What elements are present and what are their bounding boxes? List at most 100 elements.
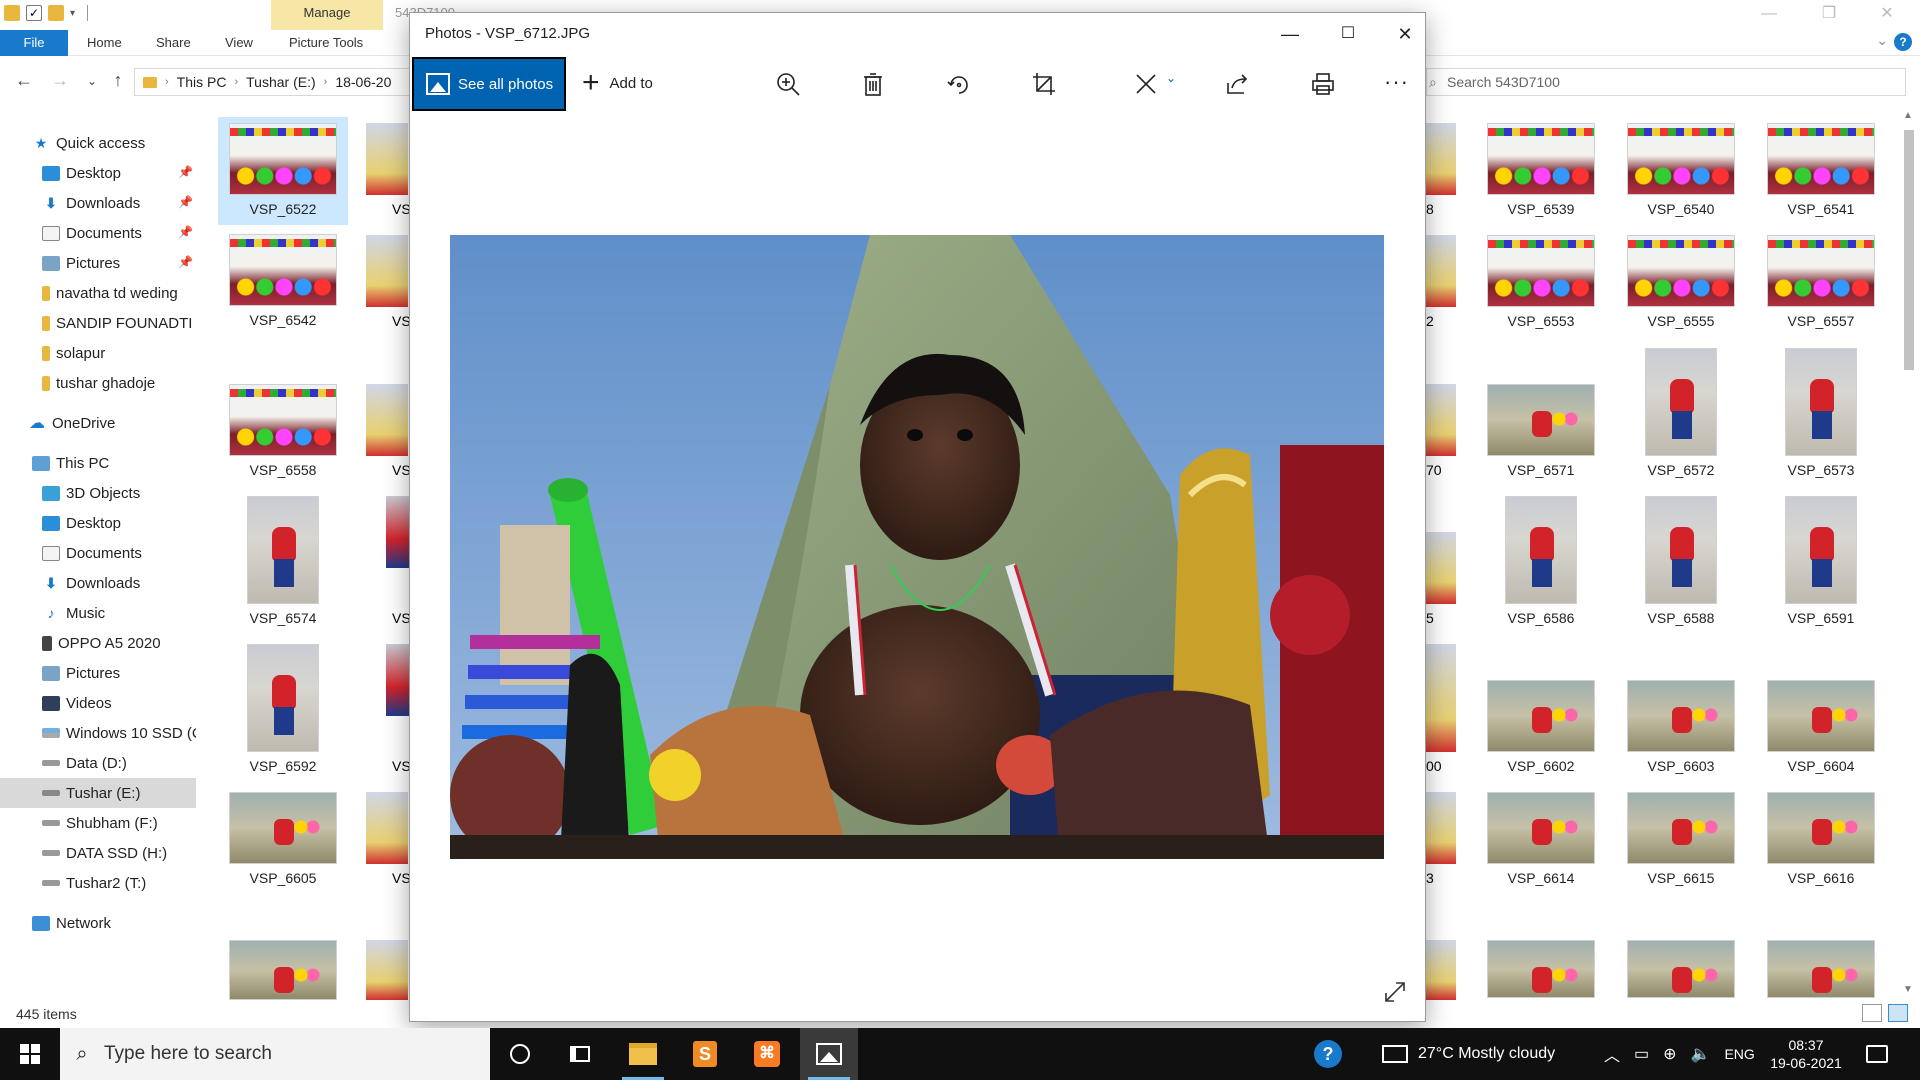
- file-thumbnail[interactable]: VSP_6586: [1476, 496, 1606, 626]
- file-thumbnail[interactable]: [1476, 940, 1606, 998]
- file-thumbnail[interactable]: VS: [366, 123, 409, 217]
- cortana-icon[interactable]: [491, 1028, 549, 1080]
- chevron-down-icon[interactable]: ⌄: [1166, 71, 1176, 85]
- nav-qa-folder[interactable]: SANDIP FOUNADTI: [0, 308, 196, 338]
- share-icon[interactable]: [1219, 65, 1255, 103]
- up-icon[interactable]: ↑: [106, 70, 130, 91]
- tab-home[interactable]: Home: [87, 30, 122, 56]
- file-thumbnail[interactable]: VSP_6555: [1616, 235, 1746, 329]
- start-button[interactable]: [0, 1028, 60, 1080]
- file-thumbnail[interactable]: VSP_6557: [1756, 235, 1886, 329]
- close-icon[interactable]: ✕: [1864, 0, 1910, 30]
- vertical-scrollbar[interactable]: ▲ ▼: [1900, 110, 1918, 998]
- file-thumbnail[interactable]: VSP_6591: [1756, 496, 1886, 626]
- nav-pc-music[interactable]: ♪ Music: [0, 598, 196, 628]
- nav-pc-documents[interactable]: Documents: [0, 538, 196, 568]
- nav-pc-desktop[interactable]: Desktop: [0, 508, 196, 538]
- delete-icon[interactable]: [855, 65, 891, 103]
- new-folder-icon[interactable]: [48, 5, 64, 21]
- file-explorer-app-icon[interactable]: [614, 1028, 672, 1080]
- file-thumbnail[interactable]: 00: [1426, 644, 1456, 774]
- file-thumbnail[interactable]: VSP_6540: [1616, 123, 1746, 217]
- more-icon[interactable]: ···: [1384, 69, 1409, 95]
- battery-icon[interactable]: ▭: [1634, 1044, 1649, 1064]
- nav-pc-downloads[interactable]: ⬇ Downloads: [0, 568, 196, 598]
- file-thumbnail[interactable]: 3: [1426, 792, 1456, 886]
- file-thumbnail[interactable]: VSP_6541: [1756, 123, 1886, 217]
- nav-pc-drive-t[interactable]: Tushar2 (T:): [0, 868, 196, 898]
- file-thumbnail[interactable]: VS: [366, 792, 409, 886]
- weather-widget[interactable]: 27°C Mostly cloudy: [1382, 1028, 1555, 1080]
- scroll-up-icon[interactable]: ▲: [1903, 110, 1913, 121]
- customize-qat-icon[interactable]: ▾: [70, 8, 75, 19]
- file-thumbnail[interactable]: VSP_6542: [218, 234, 348, 328]
- file-thumbnail[interactable]: 2: [1426, 235, 1456, 329]
- file-thumbnail[interactable]: VSP_6553: [1476, 235, 1606, 329]
- properties-icon[interactable]: ✓: [26, 5, 42, 21]
- tab-view[interactable]: View: [225, 30, 253, 56]
- nav-pc-drive-f[interactable]: Shubham (F:): [0, 808, 196, 838]
- minimize-icon[interactable]: —: [1746, 0, 1792, 30]
- expand-icon[interactable]: [1382, 979, 1408, 1005]
- file-thumbnail[interactable]: VSP_6603: [1616, 680, 1746, 774]
- file-thumbnail[interactable]: VS: [386, 644, 409, 774]
- file-thumbnail[interactable]: VSP_6602: [1476, 680, 1606, 774]
- file-thumbnail[interactable]: VSP_6605: [218, 792, 348, 886]
- search-input[interactable]: ⌕ Search 543D7100: [1426, 68, 1906, 96]
- clock[interactable]: 08:37 19-06-2021: [1756, 1036, 1856, 1072]
- file-thumbnail[interactable]: VSP_6573: [1756, 348, 1886, 478]
- crop-icon[interactable]: [1026, 65, 1062, 103]
- volume-icon[interactable]: 🔈: [1691, 1044, 1711, 1064]
- large-icons-view-icon[interactable]: [1888, 1004, 1908, 1022]
- file-thumbnail[interactable]: VSP_6592: [218, 644, 348, 774]
- globe-icon[interactable]: ⊕: [1663, 1044, 1676, 1064]
- nav-qa-folder[interactable]: navatha td weding: [0, 278, 196, 308]
- breadcrumb-drive[interactable]: Tushar (E:): [246, 74, 316, 90]
- file-thumbnail[interactable]: VSP_6588: [1616, 496, 1746, 626]
- show-hidden-icons-icon[interactable]: ︿: [1604, 1042, 1620, 1066]
- nav-qa-pictures[interactable]: Pictures 📌: [0, 248, 196, 278]
- sublime-text-app-icon[interactable]: S: [676, 1028, 734, 1080]
- close-icon[interactable]: ✕: [1385, 19, 1425, 49]
- file-thumbnail[interactable]: VSP_6615: [1616, 792, 1746, 886]
- file-thumbnail[interactable]: VSP_6616: [1756, 792, 1886, 886]
- see-all-photos-button[interactable]: See all photos: [412, 57, 566, 111]
- file-thumbnail[interactable]: VSP_6604: [1756, 680, 1886, 774]
- file-thumbnail[interactable]: [1756, 940, 1886, 998]
- file-thumbnail[interactable]: 8: [1426, 123, 1456, 217]
- details-view-icon[interactable]: [1862, 1004, 1882, 1022]
- nav-qa-folder[interactable]: tushar ghadoje: [0, 368, 196, 398]
- tab-picture-tools[interactable]: Picture Tools: [289, 30, 363, 56]
- nav-pc-phone[interactable]: OPPO A5 2020: [0, 628, 196, 658]
- scroll-down-icon[interactable]: ▼: [1903, 984, 1913, 995]
- nav-pc-drive-h[interactable]: DATA SSD (H:): [0, 838, 196, 868]
- zoom-icon[interactable]: [770, 65, 806, 103]
- scrollbar-thumb[interactable]: [1904, 130, 1914, 370]
- file-thumbnail[interactable]: 70: [1426, 384, 1456, 478]
- tab-file[interactable]: File: [0, 30, 68, 56]
- notifications-icon[interactable]: [1866, 1028, 1888, 1080]
- ribbon-expand-icon[interactable]: ⌄: [1876, 32, 1888, 49]
- breadcrumb-this-pc[interactable]: This PC: [177, 74, 227, 90]
- nav-network[interactable]: Network: [0, 908, 196, 938]
- file-thumbnail[interactable]: [218, 940, 348, 1000]
- file-thumbnail[interactable]: VS: [386, 496, 409, 626]
- file-thumbnail[interactable]: VSP_6614: [1476, 792, 1606, 886]
- nav-pc-drive-c[interactable]: Windows 10 SSD (C: [0, 718, 196, 748]
- language-indicator[interactable]: ENG: [1724, 1046, 1754, 1062]
- file-thumbnail[interactable]: VS: [366, 235, 409, 329]
- print-icon[interactable]: [1305, 65, 1341, 103]
- file-thumbnail[interactable]: VS: [366, 384, 409, 478]
- file-thumbnail[interactable]: VSP_6558: [218, 384, 348, 478]
- tab-share[interactable]: Share: [156, 30, 191, 56]
- nav-pc-drive-e[interactable]: Tushar (E:): [0, 778, 196, 808]
- minimize-icon[interactable]: —: [1270, 19, 1310, 49]
- maximize-icon[interactable]: ☐: [1328, 19, 1368, 49]
- breadcrumb[interactable]: › This PC › Tushar (E:) › 18-06-20: [134, 68, 414, 96]
- file-thumbnail[interactable]: VSP_6571: [1476, 384, 1606, 478]
- tab-manage[interactable]: Manage: [271, 0, 383, 30]
- help-tray-icon[interactable]: ?: [1314, 1028, 1342, 1080]
- file-thumbnail[interactable]: VSP_6522: [218, 117, 348, 225]
- file-thumbnail[interactable]: [1426, 940, 1456, 1000]
- file-thumbnail[interactable]: VSP_6572: [1616, 348, 1746, 478]
